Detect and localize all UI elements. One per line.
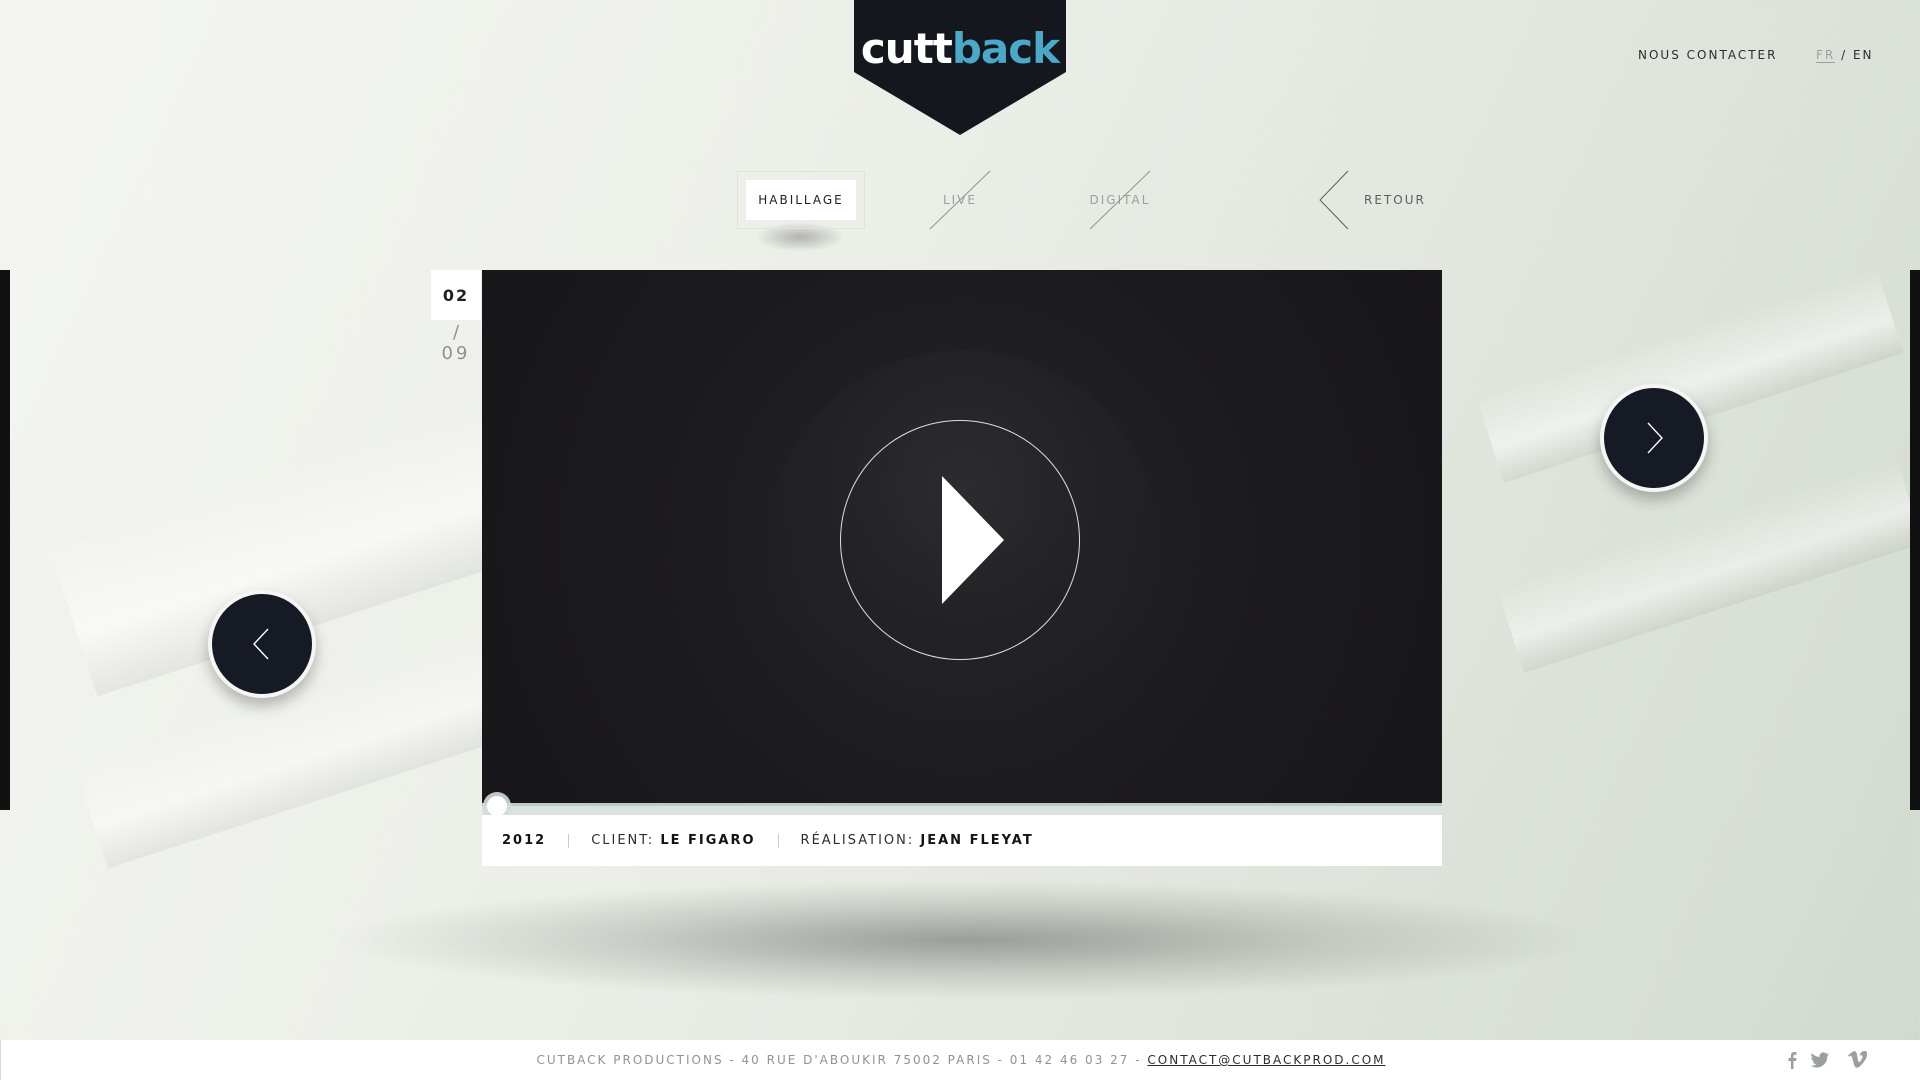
play-icon [942,476,1004,604]
footer: CUTBACK PRODUCTIONS - 40 RUE D'ABOUKIR 7… [0,1040,1920,1080]
slide-counter: 02 / 09 [431,270,481,364]
language-switcher: FR / EN [1816,48,1874,63]
footer-address: CUTBACK PRODUCTIONS - 40 RUE D'ABOUKIR 7… [1,1053,1920,1067]
video-progress-bar[interactable] [482,796,1442,816]
vimeo-icon[interactable] [1847,1050,1869,1070]
facebook-glyph [1788,1052,1797,1069]
tab-digital[interactable]: DIGITAL [1085,170,1155,230]
director-label: RÉALISATION: [800,833,915,848]
divider [777,833,779,848]
tab-habillage-frame: HABILLAGE [737,171,865,229]
video-player[interactable] [482,270,1442,804]
contact-link[interactable]: NOUS CONTACTER [1638,48,1777,62]
play-button[interactable] [840,420,1080,660]
next-button[interactable] [1600,384,1708,492]
facebook-icon[interactable] [1781,1050,1803,1070]
chevron-left-icon [253,628,269,660]
tab-slash-icon [1089,170,1151,230]
logo-part-2: back [951,24,1060,73]
chevron-left-icon [1319,170,1349,230]
back-button[interactable]: RETOUR [1318,170,1426,230]
logo: cuttback [854,24,1066,73]
logo-part-1: cutt [860,24,953,73]
footer-address-text: CUTBACK PRODUCTIONS - 40 RUE D'ABOUKIR 7… [536,1053,1142,1067]
back-button-label: RETOUR [1364,193,1426,207]
footer-email-link[interactable]: CONTACT@CUTBACKPROD.COM [1147,1053,1385,1067]
tab-live[interactable]: LIVE [925,170,995,230]
project-year: 2012 [502,833,547,848]
chevron-right-icon [1647,422,1663,454]
lang-separator: / [1841,48,1848,62]
lang-fr[interactable]: FR [1816,48,1836,63]
progress-track [482,803,1442,806]
tab-habillage[interactable]: HABILLAGE [746,180,856,220]
background-stripe [1496,457,1920,673]
logo-badge[interactable]: cuttback [854,0,1066,135]
slide-current: 02 [431,270,481,320]
project-info-bar: 2012 CLIENT: LE FIGARO RÉALISATION: JEAN… [482,815,1442,866]
lang-en[interactable]: EN [1853,48,1874,62]
right-edge-panel [1910,270,1920,810]
progress-handle[interactable] [487,796,507,816]
tab-slash-icon [929,170,991,230]
left-edge-panel [0,270,10,810]
client-value: LE FIGARO [660,833,756,848]
director-value: JEAN FLEYAT [920,833,1034,848]
divider [568,833,570,848]
previous-button[interactable] [208,590,316,698]
floor-shadow [330,880,1600,1000]
client-label: CLIENT: [591,833,655,848]
slide-total: 09 [441,343,471,364]
vimeo-glyph [1848,1051,1868,1068]
twitter-glyph [1810,1052,1829,1068]
twitter-icon[interactable] [1809,1050,1831,1070]
slide-separator: / [452,322,460,343]
